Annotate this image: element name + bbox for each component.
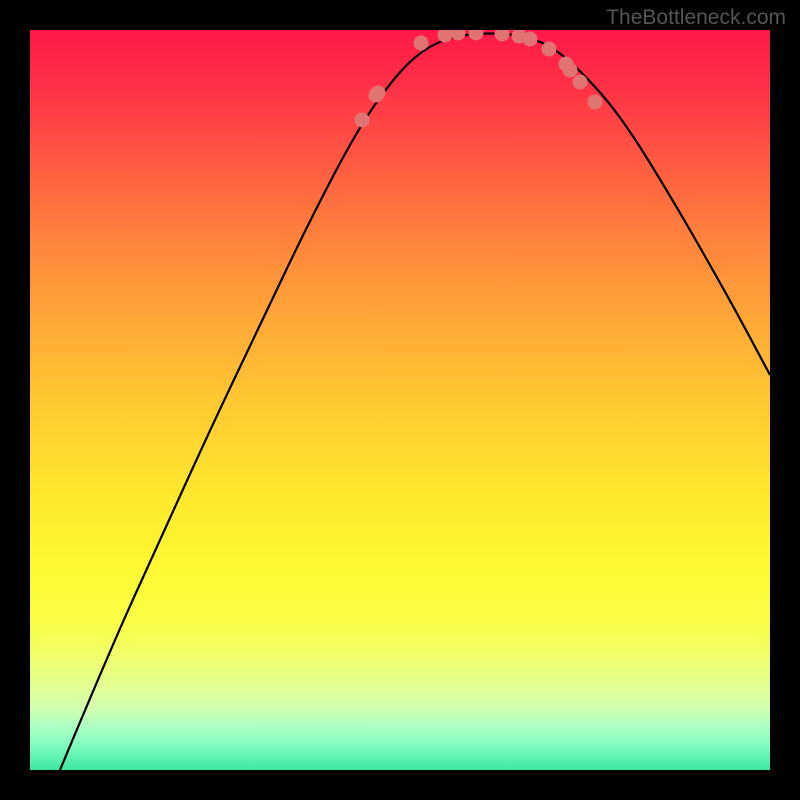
data-marker [573, 75, 588, 90]
data-marker [588, 95, 603, 110]
data-marker [563, 63, 578, 78]
data-marker [414, 36, 429, 51]
data-marker [495, 30, 510, 42]
data-marker [355, 113, 370, 128]
bottleneck-curve-line [60, 34, 770, 771]
data-marker [523, 32, 538, 47]
data-marker [371, 86, 386, 101]
data-marker [469, 30, 484, 41]
data-marker [438, 30, 453, 43]
data-marker [542, 42, 557, 57]
curve-path-group [60, 34, 770, 771]
chart-svg [30, 30, 770, 770]
data-markers-group [355, 30, 603, 128]
data-marker [451, 30, 466, 41]
watermark-text: TheBottleneck.com [606, 6, 786, 30]
chart-frame [30, 30, 770, 770]
